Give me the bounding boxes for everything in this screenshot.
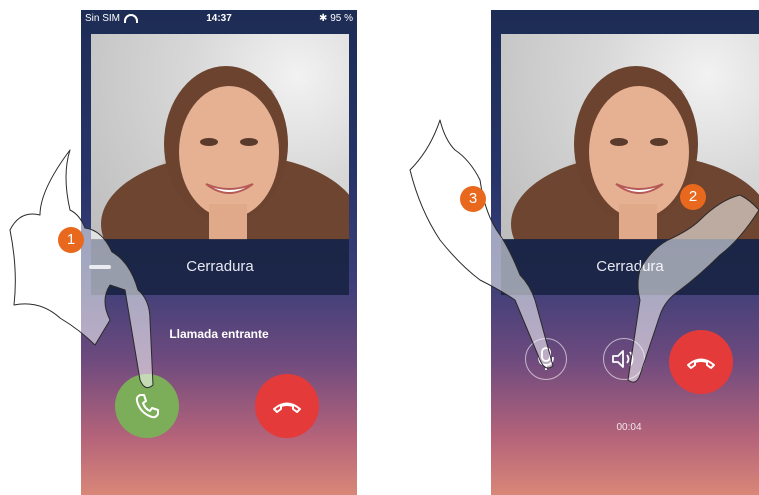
door-lock-label: Cerradura bbox=[186, 258, 254, 275]
battery-indicator: ✱ 95 % bbox=[319, 13, 353, 24]
call-timer: 00:04 bbox=[616, 422, 642, 433]
status-bar: Sin SIM 14:37 ✱ 95 % bbox=[81, 10, 357, 28]
microphone-button[interactable] bbox=[525, 338, 567, 380]
step-callout-3: 3 bbox=[460, 186, 486, 212]
phone-screen-incoming: Sin SIM 14:37 ✱ 95 % Cerradura Llamada e… bbox=[81, 10, 357, 495]
end-call-button[interactable] bbox=[669, 330, 733, 394]
step-callout-1: 1 bbox=[58, 227, 84, 253]
door-lock-button[interactable]: Cerradura bbox=[501, 239, 759, 295]
phone-answer-icon bbox=[135, 394, 159, 419]
phone-hangup-icon bbox=[273, 402, 301, 413]
phone-screen-active-call: Cerradura 00:04 bbox=[491, 10, 759, 495]
status-time: 14:37 bbox=[206, 13, 232, 24]
incoming-call-label: Llamada entrante bbox=[169, 327, 269, 341]
door-lock-label: Cerradura bbox=[596, 258, 664, 275]
speaker-button[interactable] bbox=[603, 338, 645, 380]
door-lock-button[interactable]: Cerradura bbox=[89, 239, 349, 295]
video-feed bbox=[91, 34, 349, 240]
phone-hangup-icon bbox=[687, 358, 715, 369]
answer-call-button[interactable] bbox=[115, 374, 179, 438]
video-feed bbox=[501, 34, 759, 240]
microphone-icon bbox=[538, 347, 554, 370]
reject-call-button[interactable] bbox=[255, 374, 319, 438]
step-callout-2: 2 bbox=[680, 184, 706, 210]
speaker-icon bbox=[612, 350, 634, 368]
